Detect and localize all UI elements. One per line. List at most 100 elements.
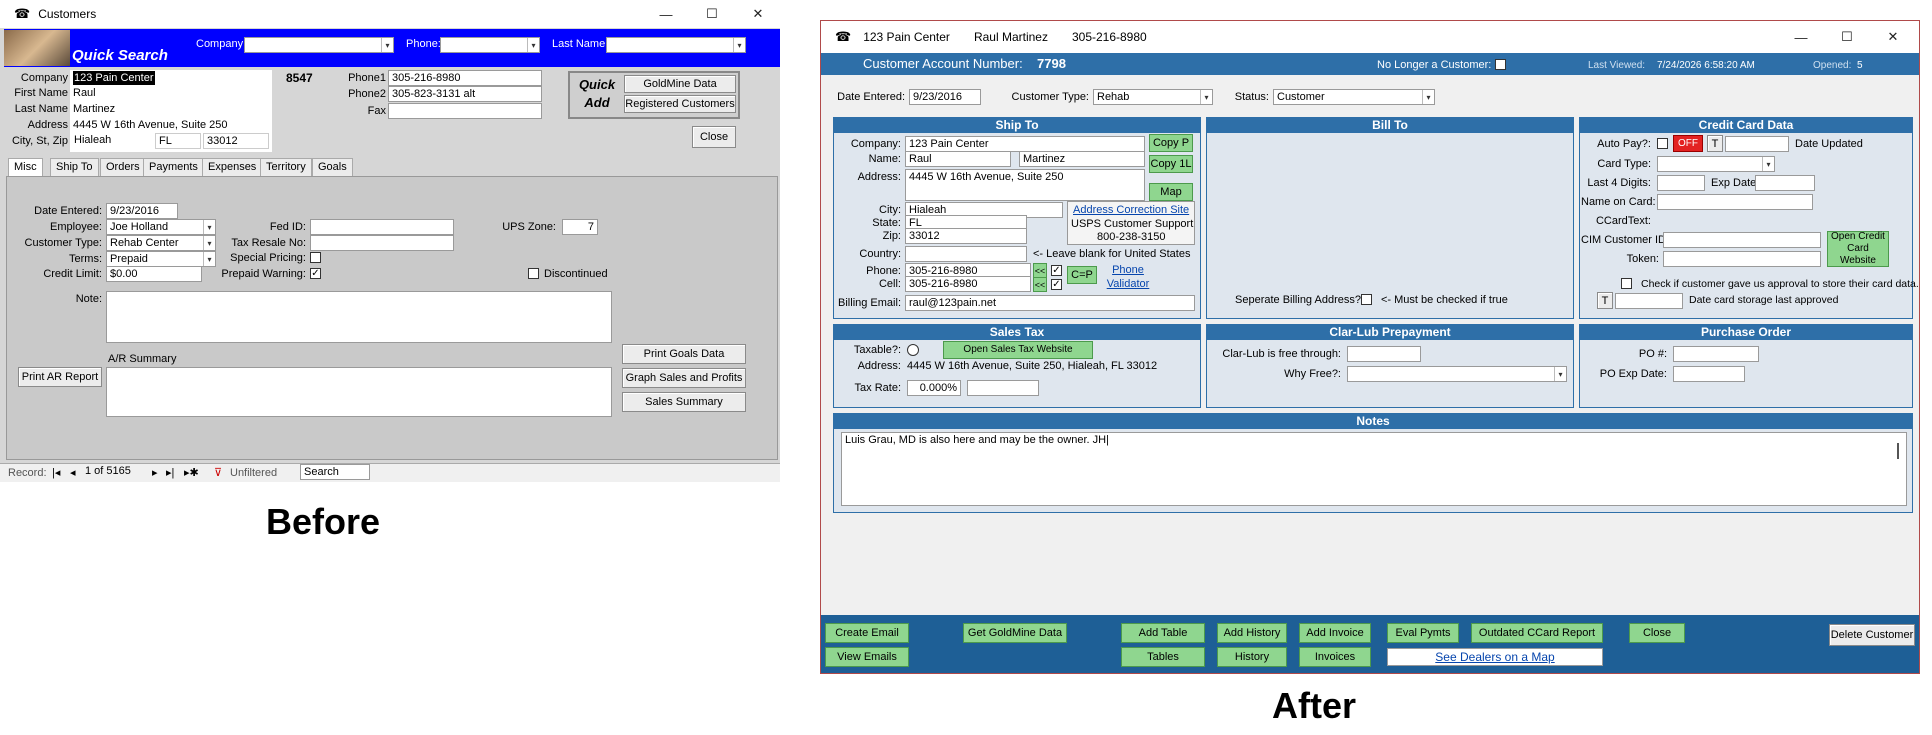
nav-prev-icon[interactable]: ◂	[70, 466, 76, 480]
phone-checkbox[interactable]: ✓	[1051, 265, 1062, 276]
qs-lastname-input[interactable]: ▾	[606, 37, 746, 53]
view-emails-button[interactable]: View Emails	[825, 647, 909, 667]
maximize-icon[interactable]: ☐	[1825, 21, 1869, 53]
date-entered-input[interactable]: 9/23/2016	[909, 89, 981, 105]
customer-type-select[interactable]: Rehab Center ▾	[106, 235, 216, 251]
delete-customer-button[interactable]: Delete Customer	[1829, 624, 1915, 646]
add-history-button[interactable]: Add History	[1217, 623, 1287, 643]
country-input[interactable]	[905, 246, 1027, 262]
token-input[interactable]	[1663, 251, 1821, 267]
last-name-value[interactable]: Martinez	[73, 102, 115, 116]
filter-icon[interactable]: ⊽	[214, 466, 222, 480]
map-button[interactable]: Map	[1149, 183, 1193, 201]
minimize-icon[interactable]: —	[1779, 21, 1823, 53]
minimize-icon[interactable]: —	[644, 0, 688, 28]
address-input[interactable]: 4445 W 16th Avenue, Suite 250	[905, 169, 1145, 201]
before-close-button[interactable]: Close	[692, 126, 736, 148]
date-entered-input[interactable]: 9/23/2016	[106, 203, 178, 219]
po-input[interactable]	[1673, 346, 1759, 362]
ar-summary-textarea[interactable]	[106, 367, 612, 417]
no-longer-checkbox[interactable]	[1495, 59, 1506, 70]
last-name-input[interactable]: Martinez	[1019, 151, 1145, 167]
company-value[interactable]: 123 Pain Center	[73, 71, 155, 85]
copy-1l-button[interactable]: Copy 1L	[1149, 155, 1193, 173]
after-close-button[interactable]: Close	[1629, 623, 1685, 643]
fed-id-input[interactable]	[310, 219, 454, 235]
get-goldmine-button[interactable]: Get GoldMine Data	[963, 623, 1067, 643]
why-free-select[interactable]: ▾	[1347, 366, 1567, 382]
storage-today-button[interactable]: T	[1597, 292, 1613, 309]
add-invoice-button[interactable]: Add Invoice	[1299, 623, 1371, 643]
outdated-ccard-button[interactable]: Outdated CCard Report	[1471, 623, 1603, 643]
fax-input[interactable]	[388, 103, 542, 119]
tab-orders[interactable]: Orders	[100, 158, 146, 176]
zip-input[interactable]: 33012	[905, 228, 1027, 244]
status-select[interactable]: Customer ▾	[1273, 89, 1435, 105]
notes-scrollbar[interactable]	[1897, 443, 1899, 459]
billing-email-input[interactable]: raul@123pain.net	[905, 295, 1195, 311]
goldmine-data-button[interactable]: GoldMine Data	[624, 75, 736, 93]
taxable-radio[interactable]	[907, 344, 919, 356]
cell-checkbox[interactable]: ✓	[1051, 279, 1062, 290]
graph-sales-profits-button[interactable]: Graph Sales and Profits	[622, 368, 746, 388]
tab-ship-to[interactable]: Ship To	[50, 158, 99, 176]
phone1-input[interactable]: 305-216-8980	[388, 70, 542, 86]
auto-pay-checkbox[interactable]	[1657, 138, 1668, 149]
nav-first-icon[interactable]: |◂	[52, 466, 60, 480]
sales-summary-button[interactable]: Sales Summary	[622, 392, 746, 412]
invoices-button[interactable]: Invoices	[1299, 647, 1371, 667]
close-icon[interactable]: ✕	[736, 0, 780, 28]
address-value[interactable]: 4445 W 16th Avenue, Suite 250	[73, 118, 228, 132]
name-on-card-input[interactable]	[1657, 194, 1813, 210]
eval-pymts-button[interactable]: Eval Pymts	[1387, 623, 1459, 643]
c-equals-p-button[interactable]: C=P	[1067, 266, 1097, 284]
copy-p-button[interactable]: Copy P	[1149, 134, 1193, 152]
record-number-input[interactable]: 1 of 5165	[82, 464, 146, 480]
see-dealers-link[interactable]: See Dealers on a Map	[1387, 648, 1603, 666]
phone-validator-link[interactable]: Phone Validator	[1103, 263, 1153, 291]
customer-type-select[interactable]: Rehab ▾	[1093, 89, 1213, 105]
copy-cell-button[interactable]: <<	[1033, 277, 1047, 292]
first-name-value[interactable]: Raul	[73, 86, 96, 100]
state-value[interactable]: FL	[155, 133, 201, 149]
storage-date-input[interactable]	[1615, 293, 1683, 309]
phone2-input[interactable]: 305-823-3131 alt	[388, 86, 542, 102]
open-sales-tax-button[interactable]: Open Sales Tax Website	[943, 341, 1093, 359]
ups-zone-input[interactable]: 7	[562, 219, 598, 235]
tab-payments[interactable]: Payments	[143, 158, 204, 176]
tables-button[interactable]: Tables	[1121, 647, 1205, 667]
tax-rate-extra-input[interactable]	[967, 380, 1039, 396]
special-pricing-checkbox[interactable]	[310, 252, 321, 263]
nav-next-icon[interactable]: ▸	[152, 466, 158, 480]
terms-select[interactable]: Prepaid ▾	[106, 251, 216, 267]
copy-phone-button[interactable]: <<	[1033, 263, 1047, 278]
registered-customers-button[interactable]: Registered Customers	[624, 95, 736, 113]
clar-free-input[interactable]	[1347, 346, 1421, 362]
print-ar-report-button[interactable]: Print AR Report	[18, 367, 102, 387]
close-icon[interactable]: ✕	[1871, 21, 1915, 53]
print-goals-data-button[interactable]: Print Goals Data	[622, 344, 746, 364]
cim-input[interactable]	[1663, 232, 1821, 248]
last-4-input[interactable]	[1657, 175, 1705, 191]
city-value[interactable]: Hialeah	[71, 133, 153, 149]
add-table-button[interactable]: Add Table	[1121, 623, 1205, 643]
nav-last-icon[interactable]: ▸|	[166, 466, 174, 480]
tab-goals[interactable]: Goals	[312, 158, 353, 176]
qs-company-input[interactable]: ▾	[244, 37, 394, 53]
tab-misc[interactable]: Misc	[8, 158, 43, 176]
separate-billing-checkbox[interactable]	[1361, 294, 1372, 305]
autopay-today-button[interactable]: T	[1707, 135, 1723, 152]
exp-date-input[interactable]	[1755, 175, 1815, 191]
tax-rate-input[interactable]: 0.000%	[907, 380, 961, 396]
unfiltered-label[interactable]: Unfiltered	[230, 466, 277, 480]
qs-phone-input[interactable]: ▾	[440, 37, 540, 53]
nav-new-icon[interactable]: ▸✱	[184, 466, 199, 480]
off-toggle[interactable]: OFF	[1673, 135, 1703, 152]
credit-limit-input[interactable]: $0.00	[106, 266, 202, 282]
cell-input[interactable]: 305-216-8980	[905, 276, 1031, 292]
maximize-icon[interactable]: ☐	[690, 0, 734, 28]
approval-checkbox[interactable]	[1621, 278, 1632, 289]
card-type-select[interactable]: ▾	[1657, 156, 1775, 172]
tab-expenses[interactable]: Expenses	[202, 158, 263, 176]
tab-territory[interactable]: Territory	[260, 158, 312, 176]
